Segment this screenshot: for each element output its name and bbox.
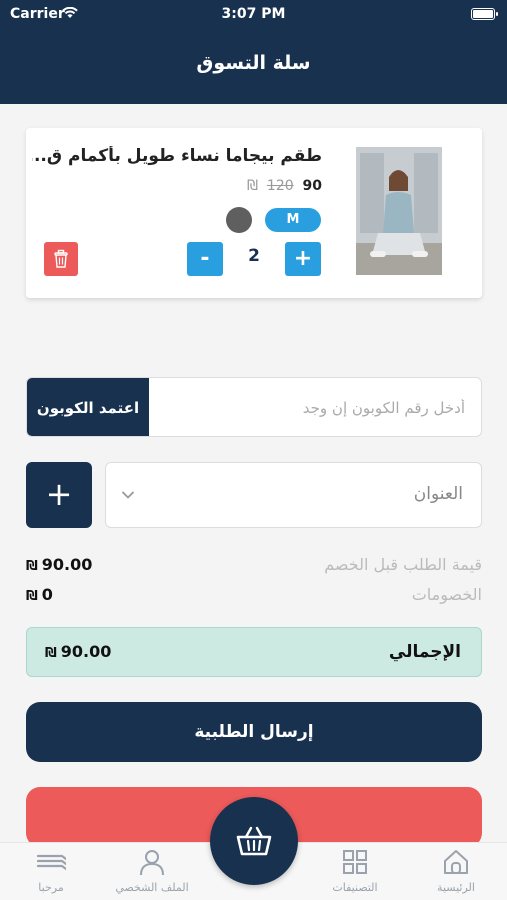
tab-categories[interactable]: التصنيفات [310,847,400,899]
menu-icon [36,854,66,871]
size-option[interactable]: M [265,208,321,232]
tab-profile-label: الملف الشخصي [115,881,189,894]
tab-profile[interactable]: الملف الشخصي [107,847,197,899]
total-value: ₪ 90.00 [45,642,112,661]
tab-menu[interactable]: مرحبا [6,847,96,899]
home-icon [444,850,468,874]
address-label: العنوان [413,484,463,504]
discount-value: ₪ 0 [26,585,53,604]
subtotal-value: ₪ 90.00 [26,555,93,574]
total-box: الإجمالي ₪ 90.00 [26,627,482,677]
total-label: الإجمالي [388,642,461,662]
discount-label: الخصومات [411,585,482,604]
tab-categories-label: التصنيفات [332,881,378,894]
coupon-field: اعتمد الكوبون [26,377,482,437]
basket-icon [236,826,272,856]
coupon-input[interactable] [149,378,481,436]
delete-item-button[interactable] [44,242,78,276]
app-header: Carrier 3:07 PM سلة التسوق [0,0,507,104]
product-name[interactable]: طقم بيجاما نساء طويل بأكمام ق... [32,146,322,166]
subtotal-row: قيمة الطلب قبل الخصم ₪ 90.00 [26,555,482,577]
currency-symbol: ₪ [26,559,38,574]
status-time: 3:07 PM [221,6,286,22]
quantity-value: 2 [248,246,260,266]
add-address-button[interactable]: + [26,462,92,528]
old-price: 120 [266,178,294,194]
color-swatch[interactable] [226,207,252,233]
tab-home-label: الرئيسية [437,881,475,894]
page-title: سلة التسوق [196,52,311,74]
product-image[interactable] [356,147,442,275]
tab-home[interactable]: الرئيسية [411,847,501,899]
cart-item-card: طقم بيجاما نساء طويل بأكمام ق... 90 120 … [26,128,482,298]
battery-icon [471,8,498,20]
chevron-down-icon [122,491,134,499]
current-price: 90 [302,178,322,194]
submit-order-button[interactable]: إرسال الطلبية [26,702,482,762]
discount-row: الخصومات ₪ 0 [26,585,482,607]
user-icon [140,850,164,876]
tab-menu-label: مرحبا [38,881,64,894]
currency-symbol: ₪ [45,646,57,661]
quantity-increase-button[interactable]: + [285,242,321,276]
cart-button[interactable] [210,797,298,885]
subtotal-label: قيمة الطلب قبل الخصم [324,555,482,574]
product-photo-icon [356,147,442,275]
grid-icon [343,850,367,874]
currency-symbol: ₪ [247,178,259,194]
trash-icon [54,249,68,268]
quantity-decrease-button[interactable]: - [187,242,223,276]
apply-coupon-button[interactable]: اعتمد الكوبون [27,378,149,436]
status-bar: Carrier 3:07 PM [0,6,507,24]
address-dropdown[interactable]: العنوان [105,462,482,528]
currency-symbol: ₪ [26,589,38,604]
price-row: 90 120 ₪ [247,178,322,194]
